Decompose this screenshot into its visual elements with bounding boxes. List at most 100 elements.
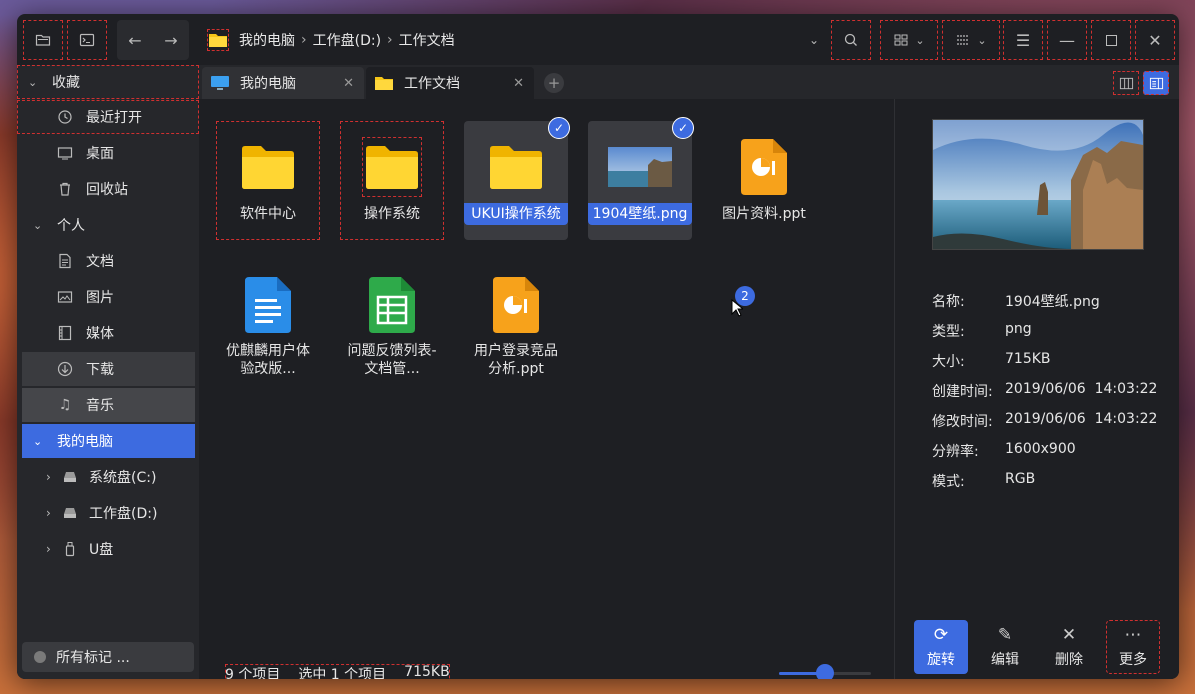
sidebar-item-label: 图片 (86, 290, 114, 306)
mouse-cursor-icon (731, 299, 743, 317)
delete-button[interactable]: ✕ 删除 (1042, 620, 1096, 674)
new-tab-button[interactable]: + (544, 73, 564, 93)
folder-icon (375, 77, 393, 90)
toggle-sidebar-button[interactable] (1113, 71, 1139, 95)
file-item-folder[interactable]: 软件中心 (216, 121, 320, 240)
edit-icon: ✎ (997, 625, 1013, 645)
prop-resolution: 分辨率: 1600x900 (932, 441, 1076, 460)
image-thumbnail (608, 137, 672, 197)
sidebar-item-downloads[interactable]: 下载 (22, 352, 195, 386)
terminal-icon (79, 33, 95, 47)
zoom-handle[interactable] (816, 664, 834, 679)
sidebar-item-desktop[interactable]: 桌面 (22, 136, 195, 170)
toggle-preview-button[interactable] (1143, 71, 1169, 95)
file-name: 1904壁纸.png (588, 203, 692, 225)
action-label: 旋转 (927, 652, 955, 668)
sidebar-item-music[interactable]: ♫ 音乐 (22, 388, 195, 422)
sidebar-item-recent[interactable]: 最近打开 (17, 100, 199, 134)
maximize-button[interactable] (1091, 20, 1131, 60)
chevron-down-icon: ⌄ (915, 33, 925, 47)
sidebar-item-label: 下载 (86, 362, 114, 378)
chevron-down-icon[interactable]: ⌄ (809, 33, 819, 47)
action-label: 删除 (1055, 652, 1083, 668)
desktop-icon (57, 145, 73, 161)
chevron-down-icon: ⌄ (33, 434, 43, 448)
file-item-presentation[interactable]: 图片资料.ppt (712, 121, 816, 240)
prop-modified: 修改时间: 2019/06/06 14:03:22 (932, 411, 1158, 430)
arrow-right-icon: → (164, 30, 178, 50)
file-item-folder[interactable]: 操作系统 (340, 121, 444, 240)
sidebar-item-label: 最近打开 (86, 110, 142, 126)
chevron-right-icon: › (301, 32, 307, 48)
breadcrumb-work-docs[interactable]: 工作文档 (399, 30, 455, 50)
ppt-icon (486, 275, 546, 334)
prop-name: 名称: 1904壁纸.png (932, 294, 1100, 310)
close-icon: ✕ (1148, 30, 1162, 50)
file-name: 用户登录竞品分析.ppt (474, 343, 558, 377)
clock-icon (57, 109, 73, 125)
file-item-image[interactable]: ✓ 1904壁纸.png (588, 117, 694, 240)
search-button[interactable] (831, 20, 871, 60)
sidebar-item-trash[interactable]: 回收站 (22, 172, 195, 206)
minimize-icon: — (1059, 30, 1075, 50)
sidebar-group-label: 个人 (57, 218, 85, 234)
selected-size: 715KB (404, 664, 450, 679)
file-manager-window: ← → 我的电脑 › 工作盘(D:) › 工作文档 ⌄ ⌄ ⌄ ☰ — ✕ ⌄ … (17, 14, 1179, 679)
breadcrumb-my-computer[interactable]: 我的电脑 (239, 30, 295, 50)
sidebar-group-my-computer[interactable]: ⌄ 我的电脑 (22, 424, 195, 458)
file-item-presentation[interactable]: 用户登录竞品分析.ppt (464, 259, 568, 378)
tab-my-computer[interactable]: 我的电脑 ✕ (202, 67, 364, 99)
zoom-slider[interactable] (779, 664, 871, 679)
ppt-icon (734, 137, 794, 197)
terminal-button[interactable] (67, 20, 107, 60)
file-item-document[interactable]: 优麒麟用户体验改版... (216, 259, 320, 378)
tab-work-docs[interactable]: 工作文档 ✕ (366, 67, 534, 99)
trash-icon (57, 181, 73, 197)
folder-outline-icon (35, 34, 51, 46)
action-label: 更多 (1119, 652, 1147, 668)
sidebar-item-usb[interactable]: › U盘 (22, 532, 195, 566)
sidebar-item-work-disk[interactable]: › 工作盘(D:) (22, 496, 195, 530)
forward-button[interactable]: → (153, 20, 189, 60)
folder-icon (207, 29, 229, 51)
view-mode-button[interactable]: ⌄ (880, 20, 938, 60)
menu-icon: ☰ (1015, 30, 1031, 50)
menu-button[interactable]: ☰ (1003, 20, 1043, 60)
minimize-button[interactable]: — (1047, 20, 1087, 60)
all-tags-button[interactable]: 所有标记 ... (22, 642, 194, 672)
sidebar: ⌄ 收藏 最近打开 桌面 回收站 ⌄ 个人 文档 图片 媒体 下载 ♫ 音乐 ⌄… (17, 65, 199, 679)
sidebar-item-label: 系统盘(C:) (89, 470, 157, 486)
sidebar-group-personal[interactable]: ⌄ 个人 (22, 208, 195, 242)
sort-button[interactable]: ⌄ (942, 20, 1000, 60)
disk-icon (62, 505, 78, 521)
checkmark-icon: ✓ (548, 117, 570, 139)
status-bar: 9 个项目 选中 1 个项目 715KB (225, 664, 450, 679)
back-button[interactable]: ← (117, 20, 153, 60)
sidebar-item-label: 桌面 (86, 146, 114, 162)
sidebar-group-favorites[interactable]: ⌄ 收藏 (17, 65, 199, 99)
sidebar-item-media[interactable]: 媒体 (22, 316, 195, 350)
file-item-folder[interactable]: ✓ UKUI操作系统 (464, 117, 570, 240)
tag-dot-icon (34, 651, 46, 663)
close-button[interactable]: ✕ (1135, 20, 1175, 60)
rotate-button[interactable]: ⟳ 旋转 (914, 620, 968, 674)
more-button[interactable]: ⋯ 更多 (1106, 620, 1160, 674)
breadcrumb-work-disk[interactable]: 工作盘(D:) (313, 30, 381, 50)
doc-icon (238, 275, 298, 334)
close-tab-icon[interactable]: ✕ (513, 76, 524, 91)
chevron-down-icon: ⌄ (33, 218, 43, 232)
file-item-spreadsheet[interactable]: 问题反馈列表-文档管... (340, 259, 444, 378)
location-bar[interactable]: 我的电脑 › 工作盘(D:) › 工作文档 ⌄ (207, 20, 819, 60)
preview-pane: 名称: 1904壁纸.png 类型: png 大小: 715KB 创建时间: 2019/… (894, 99, 1179, 679)
close-tab-icon[interactable]: ✕ (343, 76, 354, 91)
tab-label: 工作文档 (404, 76, 460, 92)
selected-count: 选中 1 个项目 (298, 667, 387, 679)
edit-button[interactable]: ✎ 编辑 (978, 620, 1032, 674)
sidebar-item-documents[interactable]: 文档 (22, 244, 195, 278)
file-view[interactable]: 软件中心 操作系统 ✓ UKUI操作系统 ✓ 1904壁纸.png 图片资料.p… (199, 99, 894, 679)
sidebar-item-pictures[interactable]: 图片 (22, 280, 195, 314)
new-window-button[interactable] (23, 20, 63, 60)
sidebar-item-system-disk[interactable]: › 系统盘(C:) (22, 460, 195, 494)
arrow-left-icon: ← (128, 30, 142, 50)
plus-icon: + (547, 74, 561, 92)
